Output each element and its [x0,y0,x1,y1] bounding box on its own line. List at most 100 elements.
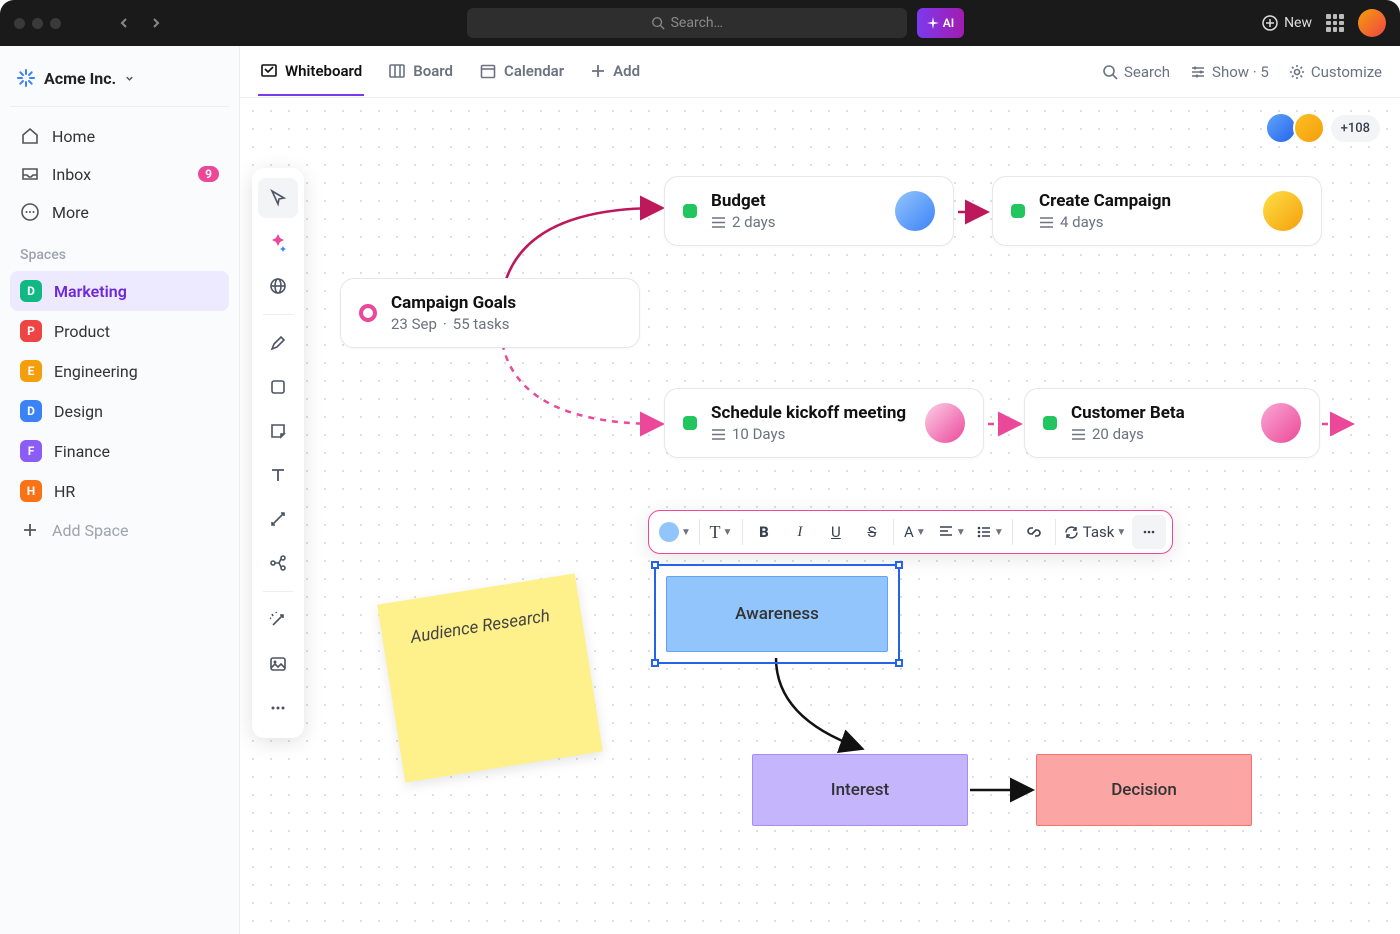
goal-icon [359,304,377,322]
tool-magic[interactable] [258,600,298,640]
workspace-switcher[interactable]: Acme Inc. [10,60,229,107]
assignee-avatar[interactable] [1263,191,1303,231]
whiteboard-canvas[interactable]: +108 Campaign [240,98,1400,934]
chevron-down-icon [124,73,135,84]
sidebar-item-inbox[interactable]: Inbox 9 [10,155,229,193]
flow-awareness[interactable]: Awareness [666,576,888,652]
sidebar-item-label: More [52,203,89,222]
list-icon [1039,215,1054,230]
sidebar: Acme Inc. Home Inbox 9 More Spaces D Mar… [0,46,240,934]
underline-button[interactable]: U [819,515,853,549]
tool-mindmap[interactable] [258,543,298,583]
space-label: Marketing [54,282,127,301]
status-icon [683,204,697,218]
nav-back-button[interactable] [111,10,137,36]
space-label: Product [54,322,110,341]
card-create-campaign[interactable]: Create Campaign 4 days [992,176,1322,246]
tool-pen[interactable] [258,323,298,363]
tab-add[interactable]: Add [588,48,642,96]
space-chip: E [20,360,42,382]
bold-button[interactable]: B [747,515,781,549]
align-icon [938,524,954,540]
sidebar-item-label: Home [52,127,95,146]
text-style-button[interactable]: T▼ [704,515,738,549]
color-swatch-icon [659,522,679,542]
space-marketing[interactable]: D Marketing [10,271,229,311]
more-options-button[interactable] [1132,515,1166,549]
show-button[interactable]: Show · 5 [1190,63,1269,81]
card-campaign-goals[interactable]: Campaign Goals 23 Sep · 55 tasks [340,278,640,348]
refresh-icon [1064,525,1079,540]
tool-select[interactable] [258,178,298,218]
tool-web[interactable] [258,266,298,306]
canvas-toolbar [252,168,304,738]
sticky-note[interactable]: Audience Research [377,573,603,782]
space-label: Engineering [54,362,138,381]
task-button[interactable]: Task▼ [1060,515,1131,549]
new-button[interactable]: New [1262,15,1312,31]
list-icon [711,215,726,230]
tab-board[interactable]: Board [386,48,455,96]
space-hr[interactable]: H HR [10,471,229,511]
text-color-button[interactable]: A▼ [898,515,932,549]
plus-icon [20,520,40,540]
tool-connector[interactable] [258,499,298,539]
card-title: Customer Beta [1071,403,1185,423]
plus-icon [590,63,606,79]
strike-button[interactable]: S [855,515,889,549]
link-button[interactable] [1017,515,1051,549]
more-icon [20,202,40,222]
tool-more[interactable] [258,688,298,728]
presence-bar: +108 [1275,112,1380,144]
presence-avatar[interactable] [1293,112,1325,144]
global-search[interactable]: Search… [467,8,907,38]
inbox-icon [20,164,40,184]
assignee-avatar[interactable] [895,191,935,231]
user-avatar[interactable] [1358,9,1386,37]
tool-image[interactable] [258,644,298,684]
presence-count[interactable]: +108 [1331,115,1380,142]
apps-menu-icon[interactable] [1326,14,1344,32]
status-icon [1011,204,1025,218]
tab-whiteboard[interactable]: Whiteboard [258,48,364,96]
italic-button[interactable]: I [783,515,817,549]
space-design[interactable]: D Design [10,391,229,431]
ai-button[interactable]: AI [917,8,964,38]
tool-shape[interactable] [258,367,298,407]
flow-decision[interactable]: Decision [1036,754,1252,826]
space-chip: F [20,440,42,462]
sliders-icon [1190,64,1206,80]
space-engineering[interactable]: E Engineering [10,351,229,391]
assignee-avatar[interactable] [1261,403,1301,443]
flow-interest[interactable]: Interest [752,754,968,826]
card-budget[interactable]: Budget 2 days [664,176,954,246]
space-chip: P [20,320,42,342]
whiteboard-icon [260,62,278,80]
space-chip: D [20,280,42,302]
card-title: Create Campaign [1039,191,1171,211]
presence-avatar[interactable] [1265,112,1297,144]
sidebar-item-home[interactable]: Home [10,117,229,155]
tab-calendar[interactable]: Calendar [477,48,566,96]
card-title: Campaign Goals [391,293,516,313]
tool-text[interactable] [258,455,298,495]
sidebar-item-more[interactable]: More [10,193,229,231]
fill-color-button[interactable]: ▼ [655,515,695,549]
list-button[interactable]: ▼ [972,515,1008,549]
window-controls[interactable] [14,18,61,29]
space-product[interactable]: P Product [10,311,229,351]
add-space-button[interactable]: Add Space [10,511,229,549]
customize-button[interactable]: Customize [1289,63,1382,81]
card-customer-beta[interactable]: Customer Beta 20 days [1024,388,1320,458]
card-schedule-kickoff[interactable]: Schedule kickoff meeting 10 Days [664,388,984,458]
tool-ai[interactable] [258,222,298,262]
space-label: Finance [54,442,110,461]
view-search-button[interactable]: Search [1102,63,1170,81]
align-button[interactable]: ▼ [934,515,970,549]
tool-sticky[interactable] [258,411,298,451]
card-title: Budget [711,191,776,211]
link-icon [1026,524,1042,540]
nav-forward-button[interactable] [143,10,169,36]
assignee-avatar[interactable] [925,403,965,443]
space-finance[interactable]: F Finance [10,431,229,471]
